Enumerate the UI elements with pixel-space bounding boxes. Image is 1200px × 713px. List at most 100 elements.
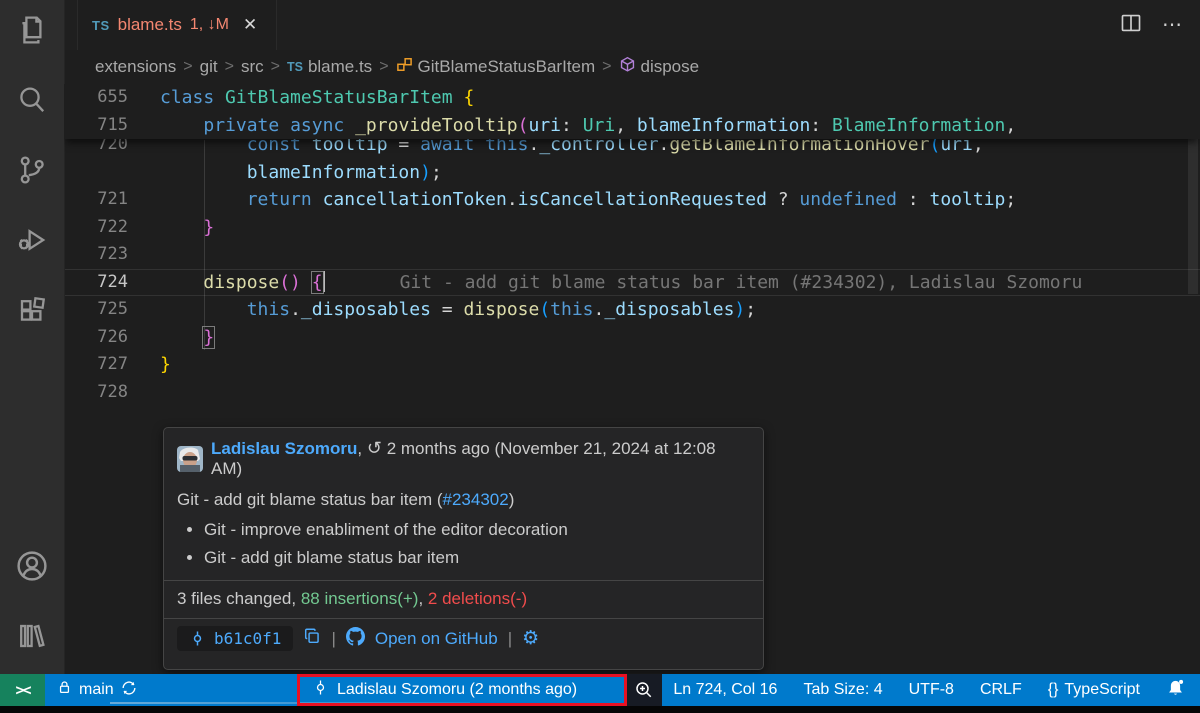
- code-text: private async _provideTooltip(uri: Uri, …: [128, 112, 1016, 140]
- hover-header: Ladislau Szomoru, ↺ 2 months ago (Novemb…: [177, 439, 750, 479]
- blame-label: Ladislau Szomoru (2 months ago): [337, 681, 577, 699]
- lock-icon: [56, 679, 73, 701]
- code-line[interactable]: 728: [64, 379, 1200, 407]
- chevron-right-icon: >: [271, 58, 280, 76]
- vscode-window: TS blame.ts 1, ↓M ✕ ⋯ extensions > git >…: [0, 0, 1200, 713]
- line-number[interactable]: 723: [64, 241, 128, 269]
- ts-file-icon: TS: [92, 18, 110, 33]
- breadcrumb-item-method[interactable]: dispose: [619, 56, 700, 78]
- commit-stats: 3 files changed, 88 insertions(+), 2 del…: [177, 581, 750, 618]
- code-text: }: [128, 324, 214, 352]
- code-text: }: [128, 214, 214, 242]
- commit-hash-button[interactable]: b61c0f1: [177, 626, 293, 651]
- commit-hash: b61c0f1: [214, 629, 281, 648]
- insertions: 88 insertions(+): [301, 589, 419, 608]
- zoom-annotation: [625, 674, 662, 706]
- encoding-item[interactable]: UTF-8: [896, 674, 967, 706]
- open-on-github-link[interactable]: Open on GitHub: [375, 629, 498, 649]
- separator: |: [331, 629, 335, 649]
- code-line[interactable]: 725 this._disposables = dispose(this._di…: [64, 296, 1200, 324]
- sticky-scroll[interactable]: 655class GitBlameStatusBarItem {715 priv…: [64, 84, 1200, 139]
- extensions-icon[interactable]: [8, 286, 56, 334]
- code-text: class GitBlameStatusBarItem {: [128, 84, 474, 112]
- explorer-icon[interactable]: [8, 6, 56, 54]
- code-line[interactable]: 727}: [64, 351, 1200, 379]
- activity-bar: [0, 0, 65, 674]
- git-blame-inline-decoration: Git - add git blame status bar item (#23…: [325, 272, 1083, 293]
- tab-size-item[interactable]: Tab Size: 4: [790, 674, 895, 706]
- code-line[interactable]: 726 }: [64, 324, 1200, 352]
- commit-bullet: Git - improve enabliment of the editor d…: [204, 520, 750, 540]
- author-separator: ,: [357, 439, 362, 458]
- line-number[interactable]: 727: [64, 351, 128, 379]
- eol-item[interactable]: CRLF: [967, 674, 1035, 706]
- notifications-item[interactable]: [1153, 674, 1200, 706]
- chevron-right-icon: >: [602, 58, 611, 76]
- remote-icon: ><: [15, 681, 29, 699]
- branch-name: main: [79, 681, 114, 699]
- chevron-right-icon: >: [379, 58, 388, 76]
- code-text: blameInformation);: [128, 159, 442, 187]
- commit-body: Git - improve enabliment of the editor d…: [177, 520, 750, 568]
- copy-icon[interactable]: [303, 627, 321, 650]
- tab-bar: TS blame.ts 1, ↓M ✕ ⋯: [64, 0, 1200, 50]
- line-number[interactable]: 726: [64, 324, 128, 352]
- close-icon[interactable]: ✕: [243, 15, 257, 35]
- bell-icon: [1166, 678, 1185, 702]
- breadcrumb-item-class[interactable]: GitBlameStatusBarItem: [396, 56, 596, 78]
- line-number[interactable]: [64, 159, 128, 187]
- author-link[interactable]: Ladislau Szomoru: [211, 439, 357, 458]
- breadcrumb-item-src[interactable]: src: [241, 57, 264, 77]
- sync-icon: [120, 679, 138, 702]
- search-icon[interactable]: [8, 76, 56, 124]
- line-number[interactable]: 724: [64, 269, 128, 297]
- code-line[interactable]: 655class GitBlameStatusBarItem {: [64, 84, 1200, 112]
- remote-indicator[interactable]: ><: [0, 674, 45, 706]
- library-icon[interactable]: [8, 612, 56, 660]
- line-number[interactable]: 725: [64, 296, 128, 324]
- code-line[interactable]: 724 dispose() {Git - add git blame statu…: [64, 269, 1200, 297]
- code-lines: 720 const tooltip = await this._controll…: [64, 131, 1200, 406]
- code-text: return cancellationToken.isCancellationR…: [128, 186, 1016, 214]
- line-number[interactable]: 722: [64, 214, 128, 242]
- more-actions-icon[interactable]: ⋯: [1162, 15, 1182, 35]
- pr-link[interactable]: #234302: [443, 490, 509, 509]
- artifact-line: [110, 702, 470, 704]
- line-number[interactable]: 715: [64, 112, 128, 140]
- split-editor-icon[interactable]: [1120, 12, 1142, 39]
- code-text: [128, 379, 160, 407]
- breadcrumb: extensions > git > src > TS blame.ts > G…: [64, 50, 1200, 84]
- history-icon: ↺: [367, 438, 382, 458]
- code-line[interactable]: 722 }: [64, 214, 1200, 242]
- line-number[interactable]: 728: [64, 379, 128, 407]
- code-line[interactable]: blameInformation);: [64, 159, 1200, 187]
- code-line[interactable]: 723: [64, 241, 1200, 269]
- code-text: this._disposables = dispose(this._dispos…: [128, 296, 756, 324]
- code-line[interactable]: 715 private async _provideTooltip(uri: U…: [64, 112, 1200, 140]
- hover-footer: b61c0f1 | Open on GitHub | ⚙: [177, 619, 750, 658]
- source-control-icon[interactable]: [8, 146, 56, 194]
- code-line[interactable]: 721 return cancellationToken.isCancellat…: [64, 186, 1200, 214]
- cursor-position-item[interactable]: Ln 724, Col 16: [660, 674, 790, 706]
- language-item[interactable]: {} TypeScript: [1035, 674, 1153, 706]
- tab-blame-ts[interactable]: TS blame.ts 1, ↓M ✕: [77, 0, 277, 50]
- accounts-icon[interactable]: [8, 542, 56, 590]
- symbol-method-icon: [619, 56, 636, 78]
- deletions: 2 deletions(-): [428, 589, 527, 608]
- commit-subject: Git - add git blame status bar item (#23…: [177, 490, 750, 510]
- breadcrumb-item-git[interactable]: git: [200, 57, 218, 77]
- chevron-right-icon: >: [225, 58, 234, 76]
- breadcrumb-item-file[interactable]: TS blame.ts: [287, 57, 372, 77]
- gear-icon[interactable]: ⚙: [522, 629, 539, 648]
- editor-actions: ⋯: [1120, 0, 1200, 50]
- tab-label: blame.ts: [118, 15, 182, 35]
- code-text: [128, 241, 160, 269]
- status-bar-right: Ln 724, Col 16 Tab Size: 4 UTF-8 CRLF {}…: [660, 674, 1200, 706]
- ts-file-icon: TS: [287, 60, 303, 74]
- line-number[interactable]: 721: [64, 186, 128, 214]
- run-debug-icon[interactable]: [8, 216, 56, 264]
- breadcrumb-item-extensions[interactable]: extensions: [95, 57, 176, 77]
- line-number[interactable]: 655: [64, 84, 128, 112]
- braces-icon: {}: [1048, 681, 1059, 699]
- avatar: [177, 446, 203, 472]
